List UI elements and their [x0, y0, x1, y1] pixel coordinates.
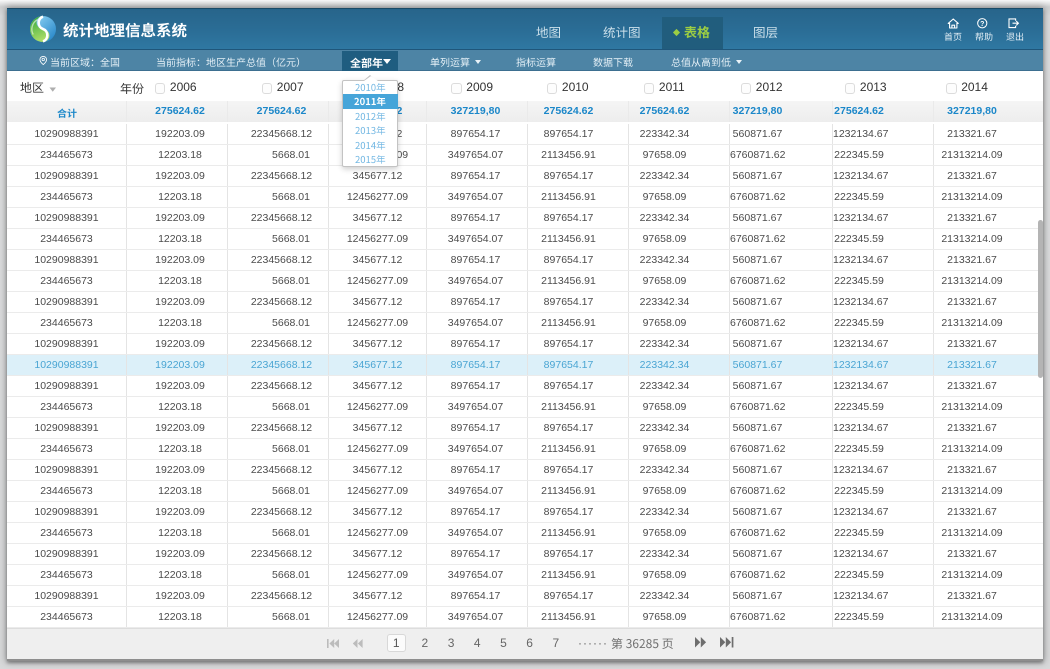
svg-text:?: ? — [980, 21, 984, 28]
